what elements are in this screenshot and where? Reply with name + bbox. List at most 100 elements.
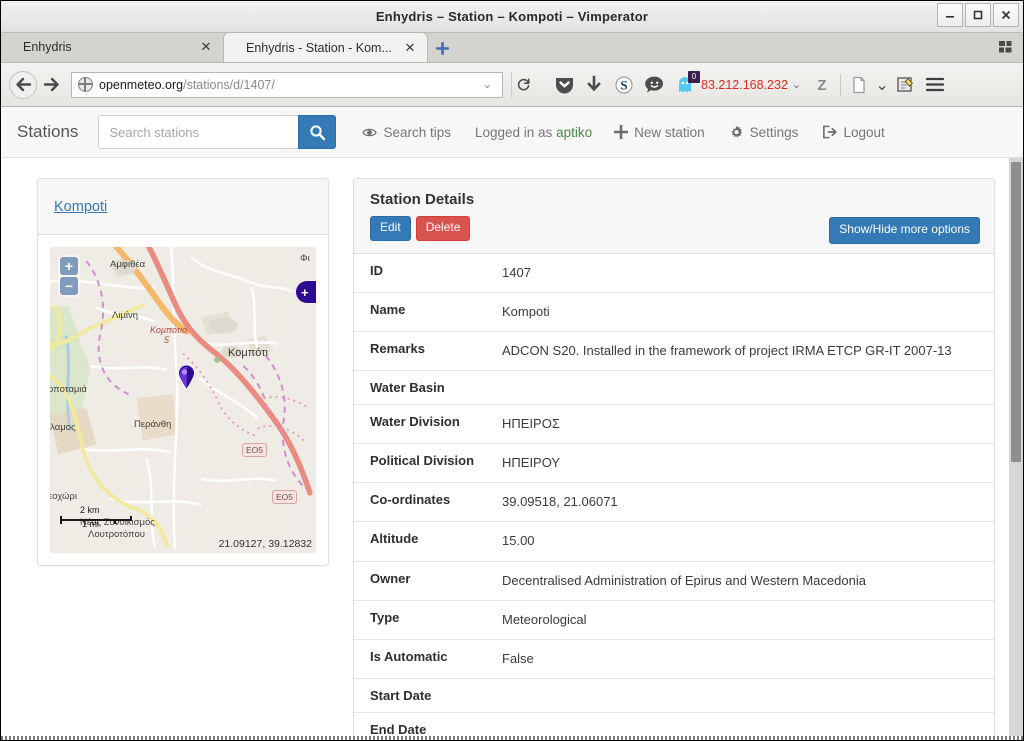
close-button[interactable] [993,3,1019,27]
nav-search-tips[interactable]: Search tips [362,125,451,140]
page-scrollbar-thumb[interactable] [1011,162,1021,462]
nav-label: Logout [843,124,885,140]
svg-text:S: S [620,77,627,92]
map-label: Κομπότι [228,347,268,359]
maximize-icon [973,10,983,20]
table-row: Is Automatic False [354,639,994,678]
station-marker-icon[interactable] [178,365,195,389]
tab-close-icon[interactable]: ✕ [403,40,417,56]
svg-text:Z: Z [818,77,827,94]
brand-stations[interactable]: Stations [17,122,78,142]
gear-icon [731,125,742,137]
nav-logout[interactable]: Logout [822,124,885,140]
map-label: ίλαμος [50,422,76,433]
tab-enhydris-station[interactable]: Enhydris - Station - Kom... ✕ [223,32,428,62]
page-scrollbar[interactable] [1009,158,1023,736]
delete-button[interactable]: Delete [415,216,471,241]
map-layers-button[interactable]: + [296,281,316,303]
hamburger-icon [926,77,945,92]
hamburger-menu-button[interactable] [920,70,950,100]
row-label: Owner [370,570,411,586]
back-button[interactable] [9,70,37,99]
table-row: Remarks ADCON S20. Installed in the fram… [354,331,994,370]
plus-icon [614,125,629,139]
ghostery-icon[interactable]: 0 [669,70,701,100]
table-row: Type Meteorological [354,600,994,639]
download-arrow-icon [587,75,601,91]
map-label: Λιμίνη [112,310,139,321]
map-label: εοχώρι [50,491,77,502]
map-zoom-controls: + − [58,255,80,297]
road-shield: EO5 [242,443,268,457]
table-row: ID 1407 [354,254,994,293]
tab-close-icon[interactable]: ✕ [199,39,213,55]
details-panel-header: Station Details Edit Delete Show/Hide mo… [354,179,994,254]
url-dropdown-icon[interactable]: ⌄ [477,78,498,91]
document-icon [853,76,865,93]
pocket-icon[interactable] [549,70,579,100]
letter-z-icon: Z [818,77,827,94]
zoom-in-button[interactable]: + [60,257,78,275]
reload-button[interactable] [511,71,535,98]
row-value: Kompoti [502,303,550,319]
minimize-icon [946,16,954,18]
logged-in-prefix: Logged in as [474,124,553,140]
grid-icon [999,41,1012,53]
row-value: False [502,650,534,666]
show-hide-more-options-button[interactable]: Show/Hide more options [829,217,980,244]
editor-icon[interactable] [890,70,920,100]
table-row: Water Division ΗΠΕΙΡΟΣ [354,404,994,444]
note-pencil-icon [896,77,913,92]
navigation-toolbar: openmeteo.org/stations/d/1407/ ⌄ S 0 83.… [1,63,1023,107]
nav-settings[interactable]: Settings [729,125,798,140]
row-value [502,713,994,737]
ip-dropdown-icon[interactable]: ⌄ [792,78,801,91]
table-row: Co-ordinates 39.09518, 21.06071 [354,482,994,522]
site-header: Stations Search tips Logged in [1,107,1023,158]
maximize-button[interactable] [965,3,991,27]
row-label: ID [370,262,383,278]
nav-new-station[interactable]: New station [614,125,705,140]
row-label: Is Automatic [370,648,448,664]
eye-icon [362,128,378,136]
chat-icon[interactable] [639,70,669,100]
map-container[interactable]: + − + Αμφιθέα Φι Λιμίνη Κομπότιο 5 Κομπό… [50,247,316,553]
search-input[interactable] [98,115,299,149]
station-map-panel: Kompoti + − + Αμφιθέα Φι Λιμίνη Κομπότιο… [37,178,329,566]
row-value: 15.00 [502,533,535,549]
back-arrow-icon [15,77,31,92]
reader-mode-icon[interactable] [844,70,874,100]
search-submit-button[interactable] [298,115,337,149]
station-details-table: ID 1407 Name Kompoti Remarks ADCON S20. … [354,254,994,736]
map-label: Περάνθη [134,419,172,430]
row-label: Name [370,301,406,317]
list-all-tabs-button[interactable] [997,38,1017,58]
row-label: Start Date [370,688,432,703]
edit-button[interactable]: Edit [370,216,411,241]
new-tab-button[interactable] [428,34,456,62]
smiley-bubble-icon [644,76,663,93]
table-row: Water Basin [354,370,994,405]
logged-in-status: Logged in as aptiko [475,125,592,140]
row-value: 1407 [502,264,531,280]
forward-button[interactable] [37,71,65,99]
globe-icon [78,77,93,92]
reader-dropdown-icon[interactable]: ⌄ [874,70,890,100]
row-label: Water Basin [370,380,445,396]
logout-icon [823,125,838,139]
scribefire-icon[interactable]: S [609,70,639,100]
close-icon [1001,10,1011,20]
zotero-icon[interactable]: Z [807,70,837,100]
minimize-button[interactable] [937,3,963,27]
station-name-link[interactable]: Kompoti [54,199,107,215]
row-value: 39.09518, 21.06071 [502,494,618,510]
row-value: Meteorological [502,611,587,627]
url-bar[interactable]: openmeteo.org/stations/d/1407/ ⌄ [71,71,503,98]
row-value: ΗΠΕΙΡΟΥ [502,455,561,471]
zoom-out-button[interactable]: − [60,277,78,295]
reload-icon [517,78,530,91]
downloads-icon[interactable] [579,70,609,100]
tab-enhydris[interactable]: Enhydris ✕ [1,32,223,62]
map-scale-bar: 2 km 1 mi [60,505,132,531]
vimperator-status-bar [1,736,1023,740]
